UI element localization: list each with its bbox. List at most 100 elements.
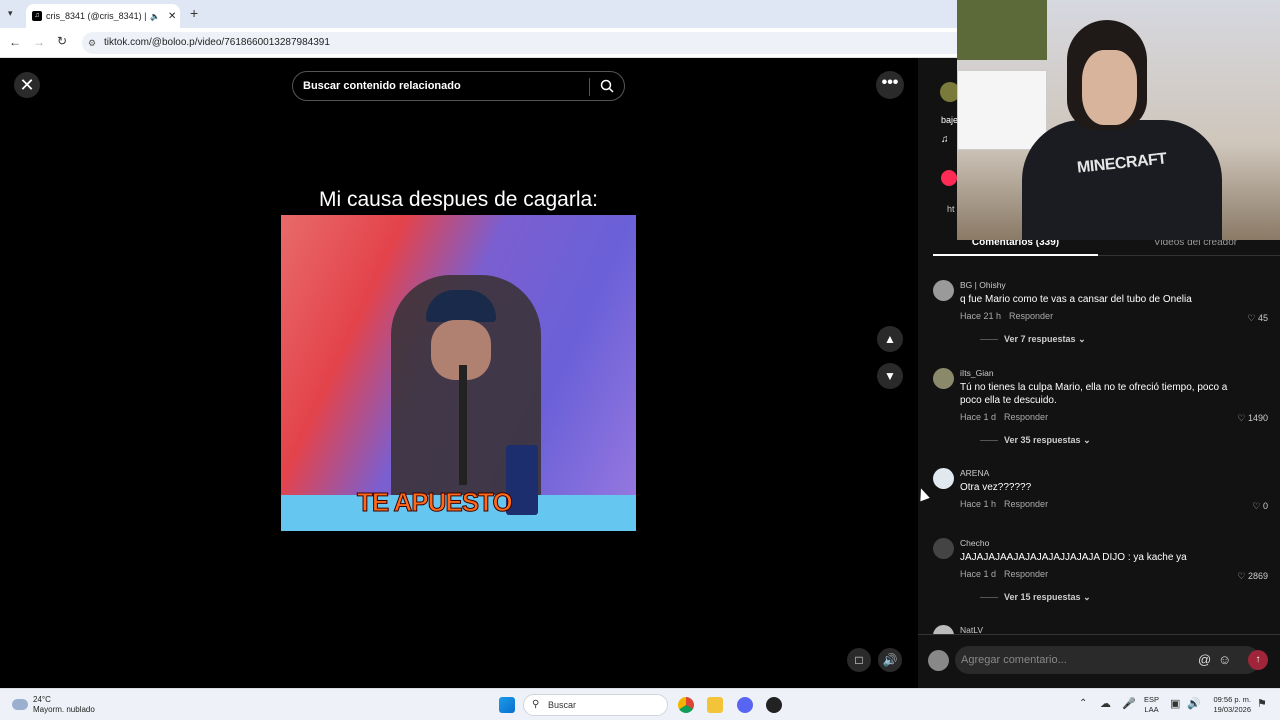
back-arrow-icon[interactable]: ← (9, 35, 21, 49)
like-heart-icon[interactable] (941, 170, 957, 186)
site-info-icon[interactable]: ⚙ (88, 32, 96, 54)
more-options-button[interactable]: ••• (876, 71, 904, 99)
volume-icon[interactable]: 🔊 (1187, 697, 1201, 710)
clock-time: 09:56 p. m. (1213, 695, 1251, 704)
like-count-value: 45 (1257, 313, 1268, 323)
windows-taskbar: 24°C Mayorm. nublado ⚲ Buscar ⌃ ☁ 🎤 ESP … (0, 688, 1280, 720)
like-count-value: 2869 (1247, 571, 1268, 581)
comment-input-divider (918, 634, 1280, 635)
clock-date: 19/03/2026 (1213, 705, 1251, 714)
comment-time: Hace 1 d (960, 569, 997, 579)
new-tab-button[interactable]: + (190, 5, 198, 21)
video-player[interactable]: Buscar contenido relacionado Mi causa de… (281, 58, 636, 688)
webcam-person-body (1022, 120, 1222, 240)
weather-temperature[interactable]: 24°C (33, 695, 51, 704)
comment-time: Hace 1 h (960, 499, 997, 509)
show-hidden-icons-icon[interactable]: ⌃ (1079, 698, 1087, 709)
webcam-plant (957, 0, 1047, 60)
taskbar-search-icon: ⚲ (532, 699, 540, 710)
video-overlay-text: TE APUESTO (357, 487, 514, 518)
close-button[interactable]: ✕ (14, 72, 40, 98)
view-replies-button[interactable]: Ver 15 respuestas ⌄ (980, 592, 1091, 603)
comment-input-placeholder: Agregar comentario... (961, 654, 1067, 666)
like-count[interactable]: ♡ 45 (1247, 313, 1268, 324)
like-count-value: 0 (1262, 501, 1268, 511)
keyboard-layout: LAA (1144, 705, 1159, 714)
app-icon[interactable] (766, 697, 782, 713)
view-replies-button[interactable]: Ver 35 respuestas ⌄ (980, 435, 1091, 446)
forward-arrow-icon[interactable]: → (33, 35, 45, 49)
avatar[interactable] (933, 368, 954, 389)
file-explorer-icon[interactable] (707, 697, 723, 713)
comment-meta: Hace 1 d Responder (960, 412, 1048, 422)
comment-meta: Hace 1 d Responder (960, 569, 1048, 579)
avatar[interactable] (933, 468, 954, 489)
previous-video-button[interactable]: ▲ (877, 326, 903, 352)
tab-close-icon[interactable]: ✕ (168, 11, 176, 22)
emoji-icon[interactable]: ☺ (1218, 646, 1231, 674)
avatar (928, 650, 949, 671)
url-text: tiktok.com/@boloo.p/video/76186600132879… (104, 37, 330, 48)
video-frame: TE APUESTO (281, 215, 636, 531)
video-microphone (459, 365, 467, 485)
comment-username[interactable]: iIts_Gian (960, 368, 994, 378)
post-comment-button[interactable]: ↑ (1248, 650, 1268, 670)
tab-list-dropdown-icon[interactable]: ▾ (8, 8, 13, 19)
display-icon[interactable]: ▣ (1170, 697, 1180, 710)
windows-start-icon[interactable] (499, 697, 515, 713)
avatar[interactable] (933, 280, 954, 301)
volume-button[interactable]: 🔊 (878, 648, 902, 672)
language-indicator[interactable]: ESP LAA (1144, 695, 1159, 715)
comment-text: Tú no tienes la culpa Mario, ella no te … (960, 382, 1228, 406)
mention-icon[interactable]: @ (1198, 646, 1211, 674)
link-partial[interactable]: ht (947, 204, 955, 214)
avatar[interactable] (933, 538, 954, 559)
search-icon[interactable] (600, 79, 614, 93)
webcam-calendar (957, 70, 1047, 150)
active-tab-indicator (933, 254, 1098, 256)
discord-icon[interactable] (737, 697, 753, 713)
comment-username[interactable]: Checho (960, 538, 989, 548)
comment-time: Hace 1 d (960, 412, 997, 422)
notification-bell-icon[interactable]: ⚑ (1257, 697, 1267, 710)
view-replies-button[interactable]: Ver 7 respuestas ⌄ (980, 334, 1086, 345)
microphone-icon[interactable]: 🎤 (1122, 697, 1136, 710)
browser-tab[interactable]: ♫ cris_8341 (@cris_8341) | Tik 🔈 ✕ (26, 4, 180, 28)
taskbar-search[interactable]: ⚲ Buscar (523, 694, 668, 716)
comment-username[interactable]: BG | Ohishy (960, 280, 1006, 290)
weather-description[interactable]: Mayorm. nublado (33, 705, 95, 714)
comment-text: q fue Mario como te vas a cansar del tub… (960, 294, 1192, 305)
reply-button[interactable]: Responder (1004, 412, 1048, 422)
comment-item: ARENA Otra vez?????? Hace 1 h Responder ♡… (933, 468, 1268, 518)
reply-button[interactable]: Responder (1009, 311, 1053, 321)
like-count[interactable]: ♡ 0 (1252, 501, 1268, 512)
comment-meta: Hace 1 h Responder (960, 499, 1048, 509)
pip-button[interactable]: □ (847, 648, 871, 672)
system-clock[interactable]: 09:56 p. m. 19/03/2026 (1205, 695, 1251, 715)
reload-icon[interactable]: ↻ (57, 34, 67, 48)
comment-text: JAJAJAJAAJAJAJAJAJJAJAJA DIJO : ya kache… (960, 552, 1187, 563)
tab-audio-icon[interactable]: 🔈 (150, 12, 160, 21)
related-search-input[interactable]: Buscar contenido relacionado (292, 71, 625, 101)
comment-username[interactable]: NatLV (960, 625, 983, 634)
weather-cloud-icon[interactable] (12, 699, 28, 710)
reply-button[interactable]: Responder (1004, 499, 1048, 509)
avatar[interactable] (933, 625, 954, 634)
search-divider (589, 78, 590, 96)
view-replies-label: Ver 15 respuestas (1004, 592, 1081, 602)
like-count-value: 1490 (1247, 413, 1268, 423)
like-count[interactable]: ♡ 1490 (1237, 413, 1268, 424)
webcam-person-face (1082, 50, 1137, 125)
reply-button[interactable]: Responder (1004, 569, 1048, 579)
like-count[interactable]: ♡ 2869 (1237, 571, 1268, 582)
comment-input[interactable]: Agregar comentario... @ ☺ (955, 646, 1260, 674)
comment-time: Hace 21 h (960, 311, 1002, 321)
comment-text: Otra vez?????? (960, 482, 1032, 493)
next-video-button[interactable]: ▼ (877, 363, 903, 389)
comment-username[interactable]: ARENA (960, 468, 989, 478)
network-icon[interactable]: ☁ (1100, 697, 1111, 710)
chrome-icon[interactable] (678, 697, 694, 713)
view-replies-label: Ver 35 respuestas (1004, 435, 1081, 445)
view-replies-label: Ver 7 respuestas (1004, 334, 1076, 344)
address-bar-input[interactable]: ⚙ tiktok.com/@boloo.p/video/761866001328… (82, 32, 982, 54)
